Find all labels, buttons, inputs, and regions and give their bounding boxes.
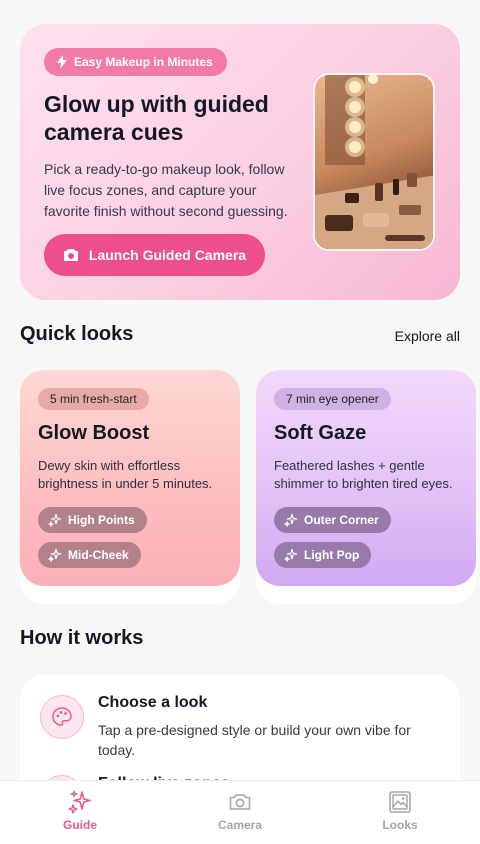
quick-looks-title: Quick looks (20, 323, 134, 345)
step-description: Tap a pre-designed style or build your o… (98, 722, 411, 758)
look-title: Soft Gaze (274, 422, 367, 444)
camera-icon (229, 794, 251, 810)
look-duration-badge: 7 min eye opener (274, 388, 391, 410)
nav-item-camera[interactable]: Camera (160, 781, 320, 844)
hero-badge-label: Easy Makeup in Minutes (74, 55, 213, 69)
palette-icon (40, 695, 84, 739)
look-description: Feathered lashes + gentle shimmer to bri… (274, 458, 453, 491)
zone-chip[interactable]: Mid-Cheek (38, 542, 141, 568)
sparkles-icon (284, 548, 298, 562)
zone-chip-label: Mid-Cheek (68, 548, 129, 562)
step-title: Choose a look (98, 694, 208, 711)
explore-all-link[interactable]: Explore all (395, 328, 460, 344)
sparkles-icon (284, 513, 298, 527)
bottom-navigation: Guide Camera Looks (0, 780, 480, 844)
nav-item-label: Looks (382, 818, 418, 832)
sparkles-icon (68, 790, 91, 814)
hero-title: Glow up with guided camera cues (44, 91, 269, 145)
sparkles-icon (48, 513, 62, 527)
nav-item-looks[interactable]: Looks (320, 781, 480, 844)
nav-item-label: Camera (217, 818, 263, 832)
look-card-glow-boost[interactable]: 5 min fresh-start Glow Boost Dewy skin w… (20, 370, 240, 586)
zone-chip[interactable]: Light Pop (274, 542, 372, 568)
zone-chip[interactable]: High Points (38, 507, 147, 533)
hero-card: Easy Makeup in Minutes Glow up with guid… (20, 24, 460, 300)
camera-icon (63, 249, 78, 261)
nav-item-label: Guide (62, 818, 97, 832)
gallery-icon (389, 791, 411, 813)
launch-guided-camera-button[interactable]: Launch Guided Camera (44, 234, 265, 276)
hero-makeup-photo (313, 73, 435, 251)
sparkles-icon (48, 548, 62, 562)
look-card-soft-gaze[interactable]: 7 min eye opener Soft Gaze Feathered las… (256, 370, 476, 586)
lightning-icon (57, 55, 67, 69)
zone-chip-label: Light Pop (304, 548, 360, 562)
zone-chip-label: High Points (68, 513, 135, 527)
hero-badge: Easy Makeup in Minutes (44, 48, 227, 76)
look-title: Glow Boost (38, 422, 150, 444)
launch-guided-camera-label: Launch Guided Camera (88, 247, 247, 263)
hero-description: Pick a ready-to-go makeup look, follow l… (44, 161, 288, 219)
zone-chip[interactable]: Outer Corner (274, 507, 391, 533)
zone-chip-label: Outer Corner (304, 513, 379, 527)
nav-item-guide[interactable]: Guide (0, 781, 160, 844)
how-it-works-title: How it works (20, 627, 144, 649)
look-duration-badge: 5 min fresh-start (38, 388, 149, 410)
look-description: Dewy skin with effortless brightness in … (38, 458, 213, 491)
quick-looks-carousel[interactable]: 5 min fresh-start Glow Boost Dewy skin w… (0, 370, 480, 604)
